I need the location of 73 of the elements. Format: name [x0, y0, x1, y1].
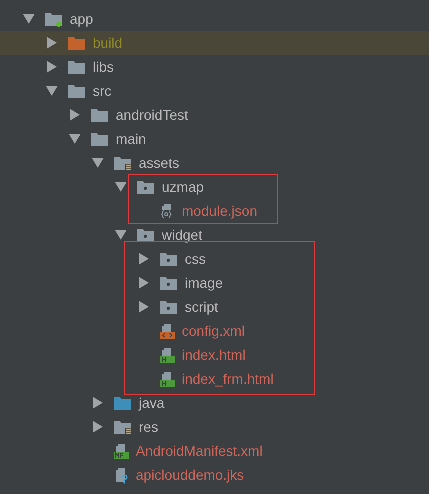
file-name: main: [116, 131, 146, 147]
file-name: app: [70, 11, 94, 27]
tree-row[interactable]: main: [0, 127, 429, 151]
tree-row[interactable]: index.html: [0, 343, 429, 367]
collapsed-arrow-icon[interactable]: [138, 277, 150, 289]
question-file-icon: [114, 466, 129, 484]
tree-row[interactable]: AndroidManifest.xml: [0, 439, 429, 463]
tree-row[interactable]: config.xml: [0, 319, 429, 343]
folder-icon: [68, 84, 86, 98]
file-name: libs: [93, 59, 114, 75]
expanded-arrow-icon[interactable]: [23, 13, 35, 25]
tree-row[interactable]: java: [0, 391, 429, 415]
folder-icon: [68, 36, 86, 50]
folder-icon: [114, 396, 132, 410]
tree-row[interactable]: image: [0, 271, 429, 295]
folder-icon: [160, 276, 178, 290]
tree-row[interactable]: css: [0, 247, 429, 271]
file-name: uzmap: [162, 179, 204, 195]
folder-icon: [68, 60, 86, 74]
file-name: widget: [162, 227, 202, 243]
expanded-arrow-icon[interactable]: [92, 157, 104, 169]
folder-icon: [91, 132, 109, 146]
json-file-icon: [160, 202, 175, 220]
file-name: css: [185, 251, 206, 267]
file-name: res: [139, 419, 158, 435]
file-name: androidTest: [116, 107, 188, 123]
collapsed-arrow-icon[interactable]: [138, 301, 150, 313]
expanded-arrow-icon[interactable]: [115, 229, 127, 241]
collapsed-arrow-icon[interactable]: [46, 61, 58, 73]
file-name: java: [139, 395, 165, 411]
file-name: config.xml: [182, 323, 246, 339]
html-file-icon: [160, 346, 175, 364]
file-name: build: [93, 35, 123, 51]
manifest-file-icon: [114, 442, 129, 460]
folder-icon: [45, 12, 63, 26]
folder-icon: [137, 180, 155, 194]
collapsed-arrow-icon[interactable]: [46, 37, 58, 49]
file-name: assets: [139, 155, 180, 171]
xml-file-icon: [160, 322, 175, 340]
tree-row[interactable]: res: [0, 415, 429, 439]
file-name: index_frm.html: [182, 371, 274, 387]
file-name: script: [185, 299, 218, 315]
folder-icon: [114, 420, 132, 434]
expanded-arrow-icon[interactable]: [115, 181, 127, 193]
file-name: AndroidManifest.xml: [136, 443, 263, 459]
collapsed-arrow-icon[interactable]: [69, 109, 81, 121]
file-name: apiclouddemo.jks: [136, 467, 244, 483]
tree-row[interactable]: assets: [0, 151, 429, 175]
file-name: image: [185, 275, 224, 291]
tree-row[interactable]: index_frm.html: [0, 367, 429, 391]
folder-icon: [137, 228, 155, 242]
tree-row[interactable]: uzmap: [0, 175, 429, 199]
folder-icon: [160, 300, 178, 314]
expanded-arrow-icon[interactable]: [69, 133, 81, 145]
folder-icon: [160, 252, 178, 266]
collapsed-arrow-icon[interactable]: [92, 397, 104, 409]
tree-row[interactable]: script: [0, 295, 429, 319]
tree-row[interactable]: libs: [0, 55, 429, 79]
tree-row[interactable]: androidTest: [0, 103, 429, 127]
file-name: module.json: [182, 203, 258, 219]
tree-row[interactable]: widget: [0, 223, 429, 247]
collapsed-arrow-icon[interactable]: [92, 421, 104, 433]
file-name: index.html: [182, 347, 246, 363]
expanded-arrow-icon[interactable]: [46, 85, 58, 97]
folder-icon: [114, 156, 132, 170]
collapsed-arrow-icon[interactable]: [138, 253, 150, 265]
tree-row[interactable]: src: [0, 79, 429, 103]
tree-row[interactable]: apiclouddemo.jks: [0, 463, 429, 487]
folder-icon: [91, 108, 109, 122]
tree-row[interactable]: app: [0, 7, 429, 31]
tree-row[interactable]: module.json: [0, 199, 429, 223]
html-file-icon: [160, 370, 175, 388]
file-name: src: [93, 83, 112, 99]
